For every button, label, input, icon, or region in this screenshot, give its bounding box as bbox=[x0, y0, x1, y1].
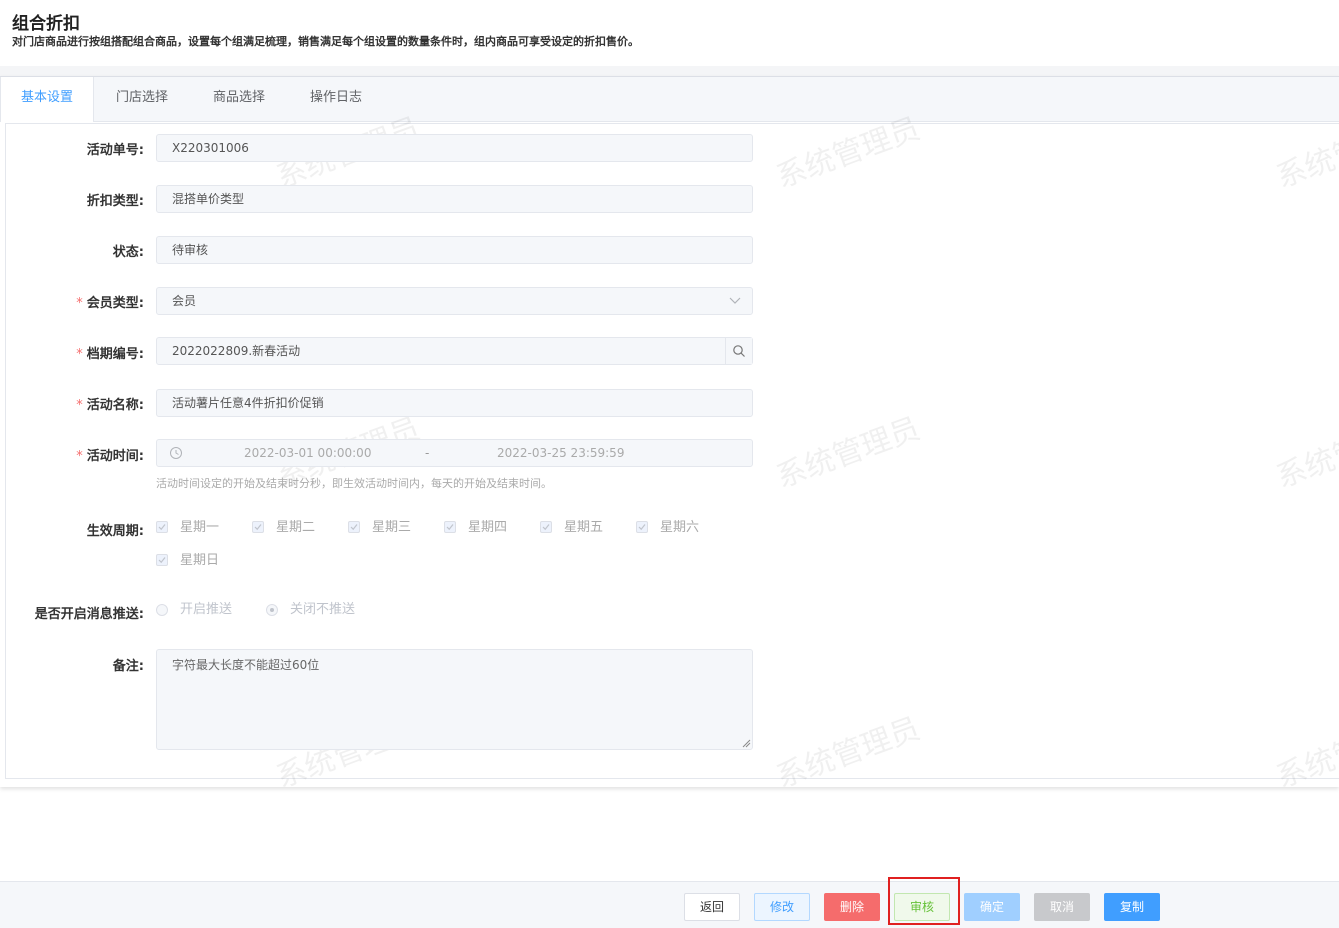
required-mark: * bbox=[76, 449, 83, 464]
period-no-value: 2022022809.新春活动 bbox=[172, 344, 301, 358]
discount-type-label: 折扣类型: bbox=[86, 194, 144, 209]
cancel-button[interactable]: 取消 bbox=[1034, 893, 1090, 921]
end-date: 2022-03-25 23:59:59 bbox=[497, 446, 625, 460]
check-icon bbox=[638, 524, 646, 531]
remark-placeholder: 字符最大长度不能超过60位 bbox=[172, 658, 320, 672]
tab-basic-settings[interactable]: 基本设置 bbox=[0, 77, 95, 122]
period-search-button[interactable] bbox=[725, 338, 752, 364]
status-label: 状态: bbox=[112, 245, 144, 260]
activity-time-hint: 活动时间设定的开始及结束时分秒，即生效活动时间内，每天的开始及结束时间。 bbox=[156, 477, 552, 490]
back-button[interactable]: 返回 bbox=[684, 893, 740, 921]
tab-bar: 基本设置 门店选择 商品选择 操作日志 bbox=[0, 77, 1339, 122]
activity-name-field[interactable]: 活动薯片任意4件折扣价促销 bbox=[156, 389, 753, 417]
remark-textarea[interactable]: 字符最大长度不能超过60位 bbox=[156, 649, 753, 750]
required-mark: * bbox=[76, 347, 83, 362]
search-icon bbox=[733, 345, 745, 357]
push-label: 是否开启消息推送: bbox=[34, 607, 144, 622]
check-icon bbox=[542, 524, 550, 531]
tab-store-selection[interactable]: 门店选择 bbox=[96, 77, 188, 121]
confirm-button[interactable]: 确定 bbox=[964, 893, 1020, 921]
page-title: 组合折扣 bbox=[12, 14, 80, 34]
copy-button[interactable]: 复制 bbox=[1104, 893, 1160, 921]
check-icon bbox=[350, 524, 358, 531]
period-no-label: * 档期编号: bbox=[76, 347, 144, 362]
clock-icon bbox=[170, 447, 182, 459]
status-field[interactable]: 待审核 bbox=[156, 236, 753, 264]
check-icon bbox=[158, 524, 166, 531]
tab-product-selection[interactable]: 商品选择 bbox=[193, 77, 285, 121]
action-bar: 返回 修改 删除 审核 确定 取消 复制 bbox=[0, 881, 1339, 928]
period-no-field[interactable]: 2022022809.新春活动 bbox=[156, 337, 753, 365]
activity-name-label: * 活动名称: bbox=[76, 398, 144, 413]
member-type-label: * 会员类型: bbox=[76, 296, 144, 311]
delete-button[interactable]: 删除 bbox=[824, 893, 880, 921]
member-type-select[interactable]: 会员 bbox=[156, 287, 753, 315]
start-date: 2022-03-01 00:00:00 bbox=[244, 446, 372, 460]
activity-time-label: * 活动时间: bbox=[76, 449, 144, 464]
check-icon bbox=[446, 524, 454, 531]
activity-no-label: 活动单号: bbox=[86, 143, 144, 158]
check-icon bbox=[254, 524, 262, 531]
audit-highlight-box bbox=[888, 877, 960, 925]
chevron-down-icon bbox=[729, 297, 741, 304]
page-description: 对门店商品进行按组搭配组合商品，设置每个组满足梳理，销售满足每个组设置的数量条件… bbox=[12, 35, 639, 48]
effective-cycle-label: 生效周期: bbox=[86, 524, 144, 539]
header-gap bbox=[0, 66, 1339, 76]
required-mark: * bbox=[76, 296, 83, 311]
check-icon bbox=[158, 557, 166, 564]
tab-operation-log[interactable]: 操作日志 bbox=[290, 77, 382, 121]
resize-handle-icon[interactable] bbox=[742, 739, 751, 748]
edit-button[interactable]: 修改 bbox=[754, 893, 810, 921]
remark-label: 备注: bbox=[112, 659, 144, 674]
discount-type-field[interactable]: 混搭单价类型 bbox=[156, 185, 753, 213]
page-header: 组合折扣 对门店商品进行按组搭配组合商品，设置每个组满足梳理，销售满足每个组设置… bbox=[0, 0, 1339, 66]
date-separator: - bbox=[425, 446, 430, 460]
member-type-value: 会员 bbox=[172, 294, 197, 308]
required-mark: * bbox=[76, 398, 83, 413]
activity-no-field[interactable]: X220301006 bbox=[156, 134, 753, 162]
activity-time-range[interactable]: 2022-03-01 00:00:00 - 2022-03-25 23:59:5… bbox=[156, 439, 753, 467]
